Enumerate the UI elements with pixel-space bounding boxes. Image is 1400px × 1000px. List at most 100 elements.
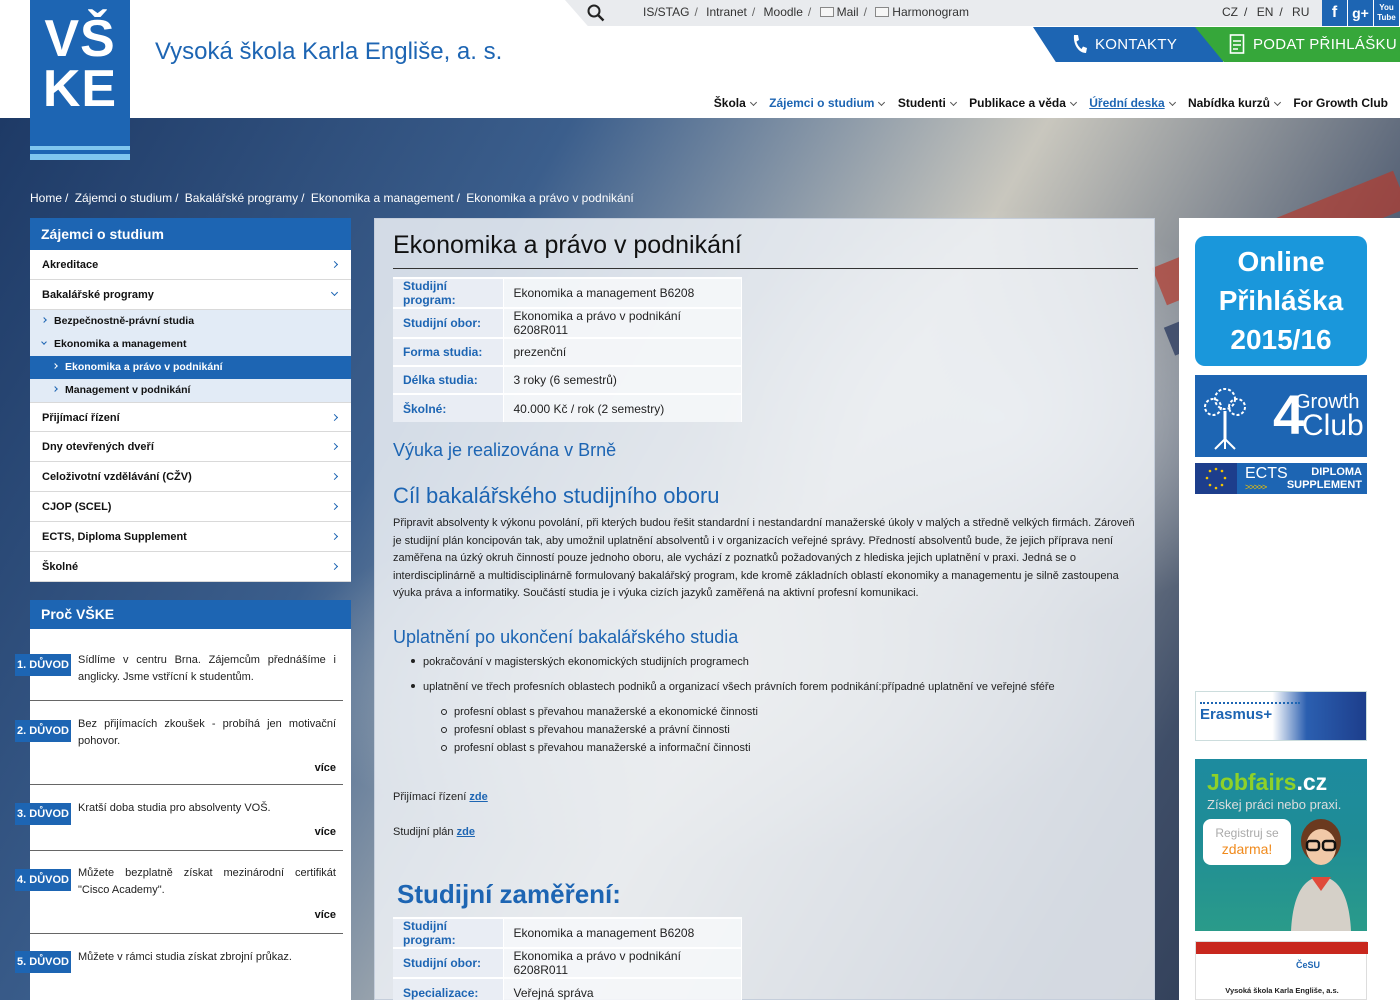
right-column: Online Přihláška 2015/16 4 Growth Club E… — [1179, 218, 1400, 1000]
table-value: prezenční — [503, 337, 742, 366]
toplink-mail[interactable]: Mail — [837, 5, 859, 19]
divider — [30, 784, 343, 785]
table-row: Studijní program: Ekonomika a management … — [393, 277, 742, 308]
googleplus-icon[interactable]: g+ — [1348, 0, 1373, 26]
chevron-right-icon — [52, 386, 58, 392]
more-link[interactable]: více — [315, 826, 336, 838]
sidebar-sub-bezpecnostne[interactable]: Bezpečnostně-právní studia — [30, 310, 351, 333]
reason-badge: 5. DŮVOD — [15, 951, 71, 973]
list-item: profesní oblast s převahou manažerské a … — [411, 739, 1055, 757]
document-icon — [1229, 34, 1245, 54]
sidebar-item-dny-otevrenych[interactable]: Dny otevřených dveří — [30, 432, 351, 462]
nav-nabidka-kurzu[interactable]: Nabídka kurzů — [1188, 96, 1282, 110]
skyline-decoration — [1200, 698, 1300, 704]
podat-prihlasku-label: PODAT PŘIHLÁŠKU — [1253, 36, 1397, 53]
top-links: IS/STAG / Intranet / Moodle / Mail / Harmono… — [643, 5, 969, 19]
lang-ru[interactable]: RU — [1292, 5, 1309, 19]
calendar-icon — [875, 7, 890, 17]
chevron-down-icon — [749, 98, 757, 107]
nav-zajemci[interactable]: Zájemci o studium — [769, 96, 886, 110]
eu-stars-icon — [1195, 463, 1237, 494]
chevron-right-icon — [52, 363, 58, 369]
online-prihlaska-banner[interactable]: Online Přihláška 2015/16 — [1195, 236, 1367, 366]
erasmus-banner[interactable]: Erasmus+ — [1195, 691, 1367, 741]
sidebar-item-akreditace[interactable]: Akreditace — [30, 250, 351, 280]
table-key: Specializace: — [393, 977, 504, 1000]
facebook-icon[interactable]: f — [1322, 0, 1347, 26]
toplink-isstag[interactable]: IS/STAG — [643, 5, 689, 19]
list-item: pokračování v magisterských ekonomických… — [411, 653, 1055, 678]
divider — [30, 933, 343, 934]
nav-uredni-deska[interactable]: Úřední deska — [1089, 96, 1176, 110]
sidebar-sub-ekonomika-management[interactable]: Ekonomika a management — [30, 333, 351, 356]
breadcrumb-bakalarske[interactable]: Bakalářské programy — [185, 191, 298, 205]
sidebar-item-skolne[interactable]: Školné — [30, 552, 351, 582]
toplink-intranet[interactable]: Intranet — [706, 5, 747, 19]
breadcrumb-home[interactable]: Home — [30, 191, 62, 205]
heading-career: Uplatnění po ukončení bakalářského studi… — [393, 627, 739, 647]
chevron-down-icon — [41, 339, 47, 345]
nav-skola[interactable]: Škola — [714, 96, 757, 110]
table-value: Veřejná správa — [503, 977, 742, 1000]
more-link[interactable]: více — [315, 762, 336, 774]
study-plan-link[interactable]: zde — [457, 826, 475, 838]
heading-focus: Studijní zaměření: — [397, 879, 621, 909]
tree-icon — [1204, 388, 1246, 450]
reason-badge: 4. DŮVOD — [15, 869, 71, 891]
cesu-logo: ČeSU — [1296, 960, 1321, 970]
sidebar-item-ects[interactable]: ECTS, Diploma Supplement — [30, 522, 351, 552]
reason-text: Můžete v rámci studia získat zbrojní prů… — [78, 951, 292, 963]
sidebar-item-bakalarske[interactable]: Bakalářské programy — [30, 280, 351, 310]
divider — [30, 850, 343, 851]
jobfairs-slogan: Získej práci nebo praxi. — [1207, 797, 1342, 812]
table-value: Ekonomika a management B6208 — [503, 917, 742, 948]
nav-growth-club[interactable]: For Growth Club — [1293, 96, 1388, 110]
sidebar-item-cjop[interactable]: CJOP (SCEL) — [30, 492, 351, 522]
mail-icon — [819, 7, 834, 17]
chevron-down-icon — [1273, 98, 1282, 107]
school-name[interactable]: Vysoká škola Karla Engliše, a. s. — [155, 38, 502, 66]
breadcrumb-zajemci[interactable]: Zájemci o studium — [75, 191, 172, 205]
site-header: Vysoká škola Karla Engliše, a. s. IS/STA… — [0, 0, 1400, 118]
table-row: Forma studia: prezenční — [393, 337, 742, 366]
chevron-down-icon — [1069, 98, 1077, 107]
lang-cz[interactable]: CZ — [1222, 5, 1238, 19]
sidebar-item-prijimaci[interactable]: Přijímací řízení — [30, 402, 351, 432]
nav-publikace[interactable]: Publikace a věda — [969, 96, 1077, 110]
kontakty-button[interactable]: KONTAKTY — [1033, 27, 1223, 62]
divider — [30, 700, 343, 701]
ects-banner[interactable]: ECTS >>>>> DIPLOMA SUPPLEMENT — [1195, 463, 1367, 494]
erasmus-label: Erasmus+ — [1200, 706, 1273, 723]
growth-club-banner[interactable]: 4 Growth Club — [1195, 375, 1367, 457]
sidebar-item-czv[interactable]: Celoživotní vzdělávání (CŽV) — [30, 462, 351, 492]
search-icon[interactable] — [587, 4, 605, 22]
table-row: Studijní obor: Ekonomika a právo v podnik… — [393, 947, 742, 978]
language-switcher: CZ / EN / RU — [1222, 5, 1310, 19]
phone-icon — [1073, 35, 1087, 53]
logo-stripe — [30, 146, 130, 150]
podat-prihlasku-button[interactable]: PODAT PŘIHLÁŠKU — [1195, 27, 1400, 62]
toplink-harmonogram[interactable]: Harmonogram — [892, 5, 969, 19]
table-value: Ekonomika a právo v podnikání 6208R011 — [503, 307, 742, 338]
focus-info-table: Studijní program: Ekonomika a management … — [393, 917, 742, 1000]
youtube-icon[interactable]: You Tube — [1374, 0, 1399, 26]
sidebar-sub-management[interactable]: Management v podnikání — [30, 379, 351, 402]
chevron-right-icon — [330, 562, 339, 571]
jobfairs-banner[interactable]: Jobfairs.cz Získej práci nebo praxi. Reg… — [1195, 759, 1367, 931]
table-row: Specializace: Veřejná správa — [393, 977, 742, 1000]
arrows-decoration: >>>>> — [1245, 482, 1267, 492]
vske-logo[interactable]: VŠ KE — [30, 0, 130, 160]
nav-studenti[interactable]: Studenti — [898, 96, 957, 110]
sidebar-sub-ekonomika-pravo[interactable]: Ekonomika a právo v podnikání — [30, 356, 351, 379]
cesu-banner[interactable]: ČeSU Vysoká škola Karla Engliše, a.s. — [1195, 941, 1368, 1000]
main-content: Ekonomika a právo v podnikání Studijní p… — [374, 218, 1155, 1000]
toplink-moodle[interactable]: Moodle — [764, 5, 803, 19]
breadcrumb-ekonomika-management[interactable]: Ekonomika a management — [311, 191, 454, 205]
more-link[interactable]: více — [315, 909, 336, 921]
admission-link[interactable]: zde — [469, 791, 487, 803]
logo-stripe — [30, 154, 130, 160]
reason-text: Bez přijímacích zkoušek - probíhá jen mo… — [78, 718, 336, 747]
lang-en[interactable]: EN — [1257, 5, 1274, 19]
goal-paragraph: Připravit absolventy k výkonu povolání, … — [393, 517, 1135, 599]
reason-text: Kratší doba studia pro absolventy VOŠ. — [78, 802, 271, 814]
